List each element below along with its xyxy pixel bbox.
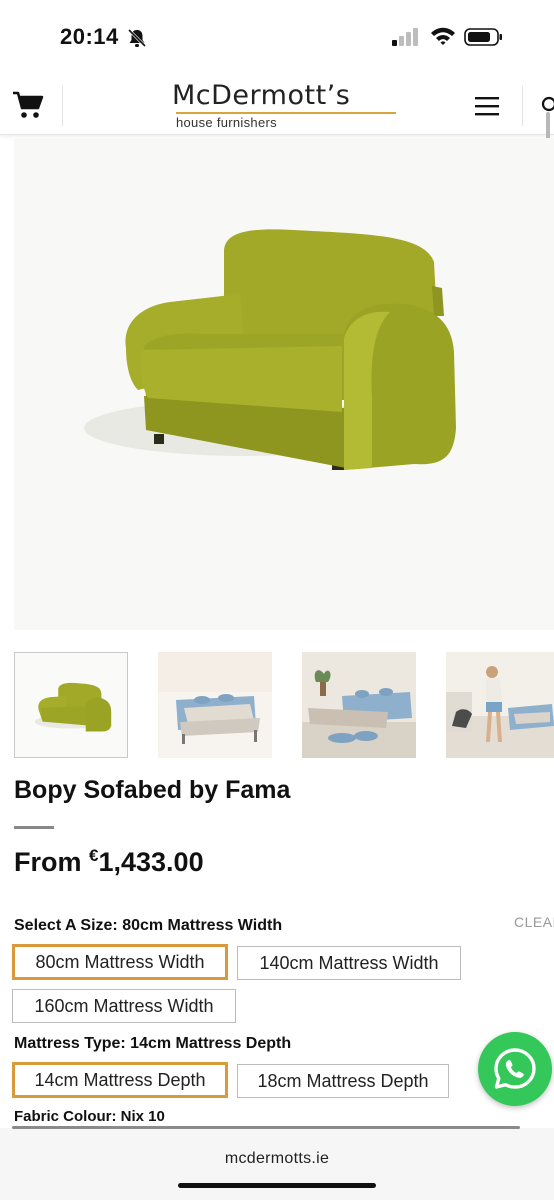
bell-muted-icon [127,28,147,48]
whatsapp-button[interactable] [478,1032,552,1106]
sofabed-room-thumbnail[interactable] [302,652,416,758]
brand-logo[interactable]: McDermott’s house furnishers [172,80,404,130]
cellular-signal-icon [392,28,418,46]
brand-tagline: house furnishers [176,115,277,130]
title-divider [14,826,54,829]
fabric-option-label: Fabric Colour: Nix 10 [14,1108,165,1125]
sofabed-illustration [84,229,456,470]
size-option-label: Select A Size: 80cm Mattress Width [14,917,283,934]
battery-icon [464,28,502,46]
sofabed-closed-thumbnail[interactable] [14,652,128,758]
clear-selection-link[interactable]: CLEAR [514,914,554,930]
cart-icon[interactable] [12,90,44,120]
brand-underline [176,112,396,114]
product-price: From €1,433.00 [14,846,204,878]
home-indicator[interactable] [178,1183,376,1188]
sofabed-open-thumbnail[interactable] [158,652,272,758]
price-prefix: From [14,847,90,877]
sofabed-person-thumbnail[interactable] [446,652,554,758]
product-title: Bopy Sofabed by Fama [14,776,291,804]
hamburger-menu-icon[interactable] [474,95,500,117]
size-160cm-button[interactable]: 160cm Mattress Width [12,989,236,1023]
brand-name: McDermott’s [172,80,351,111]
size-140cm-button[interactable]: 140cm Mattress Width [237,946,461,980]
price-amount: 1,433.00 [98,847,204,877]
whatsapp-icon [494,1048,536,1089]
header-divider [62,86,63,126]
mattress-option-label: Mattress Type: 14cm Mattress Depth [14,1035,292,1052]
product-main-image[interactable] [14,138,554,630]
depth-14cm-button[interactable]: 14cm Mattress Depth [12,1062,228,1098]
size-80cm-button[interactable]: 80cm Mattress Width [12,944,228,980]
status-time: 20:14 [60,24,119,49]
page-scroll-indicator [12,1126,520,1129]
header-divider [522,86,523,126]
browser-url[interactable]: mcdermotts.ie [0,1150,554,1168]
wifi-icon [431,27,455,45]
depth-18cm-button[interactable]: 18cm Mattress Depth [237,1064,449,1098]
